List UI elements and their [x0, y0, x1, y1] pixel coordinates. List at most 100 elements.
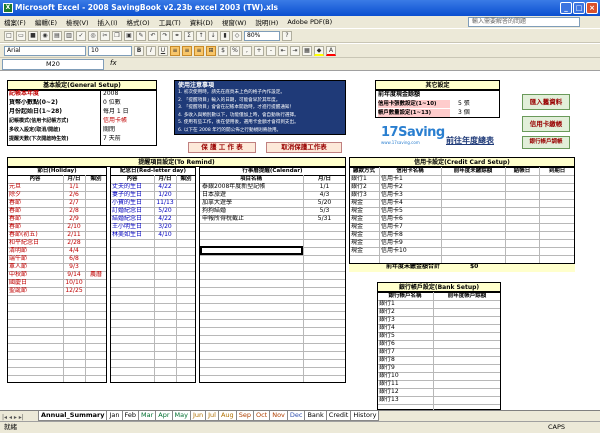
redletter-date[interactable]: 5/20 [154, 207, 176, 215]
calendar-item[interactable]: 日本旅遊 [202, 191, 302, 199]
credit-card-name[interactable]: 信用卡3 [381, 191, 441, 199]
credit-card-name[interactable]: 信用卡6 [381, 215, 441, 223]
holiday-content[interactable]: 清明節 [9, 247, 62, 255]
calendar-item[interactable]: 加拿大遊學 [202, 199, 302, 207]
permission-icon[interactable]: ◉ [40, 30, 50, 41]
credit-pay-method[interactable]: 現金 [351, 239, 379, 247]
function-icon[interactable]: fx [110, 59, 117, 67]
credit-card-name[interactable]: 信用卡7 [381, 223, 441, 231]
tab-oct[interactable]: Oct [252, 411, 271, 421]
credit-pay-method[interactable]: 銀行1 [351, 175, 379, 183]
chart-wizard-icon[interactable]: ▮ [220, 30, 230, 41]
tab-feb[interactable]: Feb [121, 411, 140, 421]
credit-pay-method[interactable]: 現金 [351, 199, 379, 207]
tab-aug[interactable]: Aug [217, 411, 237, 421]
credit-pay-method[interactable]: 現金 [351, 223, 379, 231]
menu-adobe-pdf[interactable]: Adobe PDF(B) [287, 18, 332, 26]
basic-value-decimal[interactable]: 0 位數 [103, 99, 155, 107]
holiday-date[interactable]: 2/9 [63, 215, 85, 223]
menu-edit[interactable]: 編輯(E) [35, 17, 57, 27]
menu-help[interactable]: 說明(H) [255, 17, 278, 27]
holiday-date[interactable]: 2/10 [63, 223, 85, 231]
tab-annual-summary[interactable]: Annual_Summary [38, 411, 108, 421]
bank-account-name[interactable]: 銀行2 [379, 308, 433, 316]
calendar-date[interactable]: 5/31 [303, 215, 346, 223]
tab-credit[interactable]: Credit [325, 411, 352, 421]
credit-card-name[interactable]: 信用卡5 [381, 207, 441, 215]
tab-nov[interactable]: Nov [269, 411, 288, 421]
bank-account-name[interactable]: 銀行6 [379, 340, 433, 348]
basic-value-year[interactable]: 2008 [103, 90, 155, 98]
credit-pay-method[interactable]: 現金 [351, 215, 379, 223]
redletter-date[interactable]: 3/20 [154, 223, 176, 231]
align-right-icon[interactable]: ≡ [194, 45, 204, 56]
other-value-account-count[interactable]: 3 個 [458, 109, 496, 117]
credit-pay-method[interactable]: 銀行2 [351, 183, 379, 191]
redletter-content[interactable]: 丈夫的生日 [112, 183, 154, 191]
format-painter-icon[interactable]: ✎ [136, 30, 146, 41]
holiday-date[interactable]: 2/28 [63, 239, 85, 247]
print-icon[interactable]: ▤ [52, 30, 62, 41]
hyperlink-icon[interactable]: ⚭ [172, 30, 182, 41]
minimize-button[interactable]: _ [560, 2, 572, 14]
tab-dec[interactable]: Dec [286, 411, 306, 421]
redletter-content[interactable]: 結婚紀念日 [112, 215, 154, 223]
bank-account-name[interactable]: 銀行3 [379, 316, 433, 324]
holiday-date[interactable]: 9/3 [63, 263, 85, 271]
align-center-icon[interactable]: ≡ [182, 45, 192, 56]
calendar-item[interactable]: 狗狗結婚 [202, 207, 302, 215]
selected-cell[interactable] [200, 246, 303, 255]
holiday-date[interactable]: 1/1 [63, 183, 85, 191]
menu-insert[interactable]: 插入(I) [98, 17, 118, 27]
holiday-content[interactable]: 元旦 [9, 183, 62, 191]
tab-mar[interactable]: Mar [138, 411, 157, 421]
menu-tools[interactable]: 工具(T) [159, 17, 181, 27]
menu-data[interactable]: 資料(D) [190, 17, 213, 27]
bank-account-name[interactable]: 銀行13 [379, 396, 433, 404]
help-search-input[interactable]: 輸入需要解答的問題 [468, 17, 580, 27]
credit-pay-method[interactable]: 現金 [351, 207, 379, 215]
bold-icon[interactable]: B [134, 45, 144, 56]
holiday-date[interactable]: 9/14 [63, 271, 85, 279]
redletter-content[interactable]: 訂婚紀念日 [112, 207, 154, 215]
redletter-content[interactable]: 王小明生日 [112, 223, 154, 231]
increase-indent-icon[interactable]: ⇥ [290, 45, 300, 56]
holiday-content[interactable]: 軍人節 [9, 263, 62, 271]
import-old-data-button[interactable]: 匯入舊資料 [522, 94, 570, 110]
save-icon[interactable]: ■ [28, 30, 38, 41]
basic-value-mode[interactable]: 信用卡帳 [103, 117, 155, 125]
research-icon[interactable]: ◎ [88, 30, 98, 41]
calendar-date[interactable]: 4/3 [303, 191, 346, 199]
bank-account-name[interactable]: 銀行1 [379, 300, 433, 308]
cut-icon[interactable]: ✂ [100, 30, 110, 41]
holiday-content[interactable]: 國慶日 [9, 279, 62, 287]
bank-account-name[interactable]: 銀行12 [379, 388, 433, 396]
redletter-content[interactable]: 林美如生日 [112, 231, 154, 239]
basic-value-month-start[interactable]: 每月 1 日 [103, 108, 155, 116]
redletter-date[interactable]: 4/10 [154, 231, 176, 239]
unprotect-sheet-button[interactable]: 取消保護工作表 [266, 142, 342, 153]
menu-view[interactable]: 檢視(V) [66, 17, 89, 27]
holiday-date[interactable]: 4/4 [63, 247, 85, 255]
bank-transfer-button[interactable]: 銀行帳戶調帳 [522, 136, 570, 149]
calendar-item[interactable]: 泰銀2008年度新型記帳 [202, 183, 302, 191]
menu-format[interactable]: 格式(O) [127, 17, 150, 27]
bank-account-name[interactable]: 銀行5 [379, 332, 433, 340]
holiday-date[interactable]: 2/7 [63, 199, 85, 207]
font-color-icon[interactable]: A [326, 45, 336, 56]
holiday-date[interactable]: 2/8 [63, 207, 85, 215]
spelling-icon[interactable]: ✓ [76, 30, 86, 41]
increase-decimal-icon[interactable]: + [254, 45, 264, 56]
holiday-date[interactable]: 2/11 [63, 231, 85, 239]
credit-card-name[interactable]: 信用卡1 [381, 175, 441, 183]
credit-card-name[interactable]: 信用卡2 [381, 183, 441, 191]
holiday-content[interactable]: 春節 [9, 199, 62, 207]
menu-window[interactable]: 視窗(W) [222, 17, 247, 27]
sort-ascending-icon[interactable]: ↑ [196, 30, 206, 41]
tab-jan[interactable]: Jan [106, 411, 123, 421]
other-value-card-count[interactable]: 5 張 [458, 100, 496, 108]
redletter-date[interactable]: 11/13 [154, 199, 176, 207]
copy-icon[interactable]: ❐ [112, 30, 122, 41]
holiday-date[interactable]: 12/25 [63, 287, 85, 295]
autosum-icon[interactable]: Σ [184, 30, 194, 41]
